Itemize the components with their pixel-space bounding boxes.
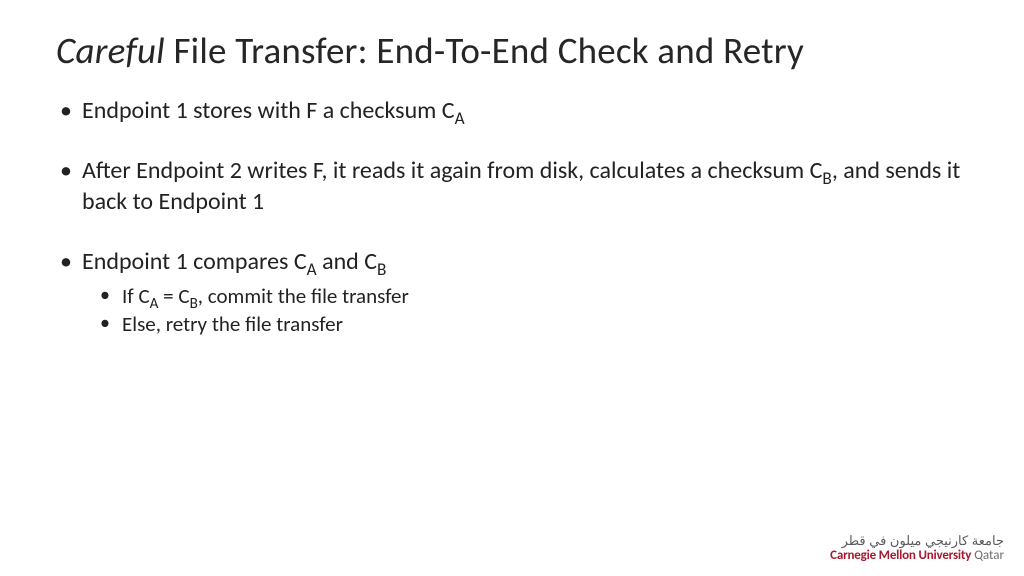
bullet-3-subB: B: [377, 259, 386, 280]
bullet-3-subA: A: [307, 259, 317, 280]
slide-title: Careful File Transfer: End-To-End Check …: [56, 28, 968, 73]
b3s2-text: Else, retry the file transfer: [122, 311, 343, 337]
logo-arabic: جامعة كارنيجي ميلون في قطر: [830, 534, 1004, 547]
bullet-1-sub: A: [455, 108, 465, 129]
bullet-1-text: Endpoint 1 stores with F a checksum C: [82, 96, 455, 125]
logo-qatar: Qatar: [974, 548, 1004, 563]
bullet-3-sub2: Else, retry the file transfer: [122, 310, 968, 338]
title-italic: Careful: [56, 28, 165, 73]
bullet-2: After Endpoint 2 writes F, it reads it a…: [82, 155, 968, 218]
bullet-3: Endpoint 1 compares CA and CB If CA = CB…: [82, 246, 968, 338]
slide: Careful File Transfer: End-To-End Check …: [0, 0, 1024, 576]
bullet-3-mid: and C: [317, 247, 377, 276]
bullet-3-sublist: If CA = CB, commit the file transfer Els…: [82, 282, 968, 339]
b3s1-post: , commit the file transfer: [198, 283, 409, 309]
bullet-list: Endpoint 1 stores with F a checksum CA A…: [56, 95, 968, 338]
logo-cmu: Carnegie Mellon University: [830, 548, 971, 563]
b3s1-pre: If C: [122, 283, 150, 309]
bullet-3-pre: Endpoint 1 compares C: [82, 247, 307, 276]
bullet-2-sub: B: [822, 167, 831, 188]
b3s1-mid: = C: [158, 283, 189, 309]
logo-english: Carnegie Mellon UniversityQatar: [830, 549, 1004, 562]
bullet-3-sub1: If CA = CB, commit the file transfer: [122, 282, 968, 310]
bullet-2-pre: After Endpoint 2 writes F, it reads it a…: [82, 156, 822, 185]
cmu-qatar-logo: جامعة كارنيجي ميلون في قطر Carnegie Mell…: [830, 534, 1004, 562]
title-rest: File Transfer: End-To-End Check and Retr…: [165, 28, 804, 73]
bullet-1: Endpoint 1 stores with F a checksum CA: [82, 95, 968, 127]
